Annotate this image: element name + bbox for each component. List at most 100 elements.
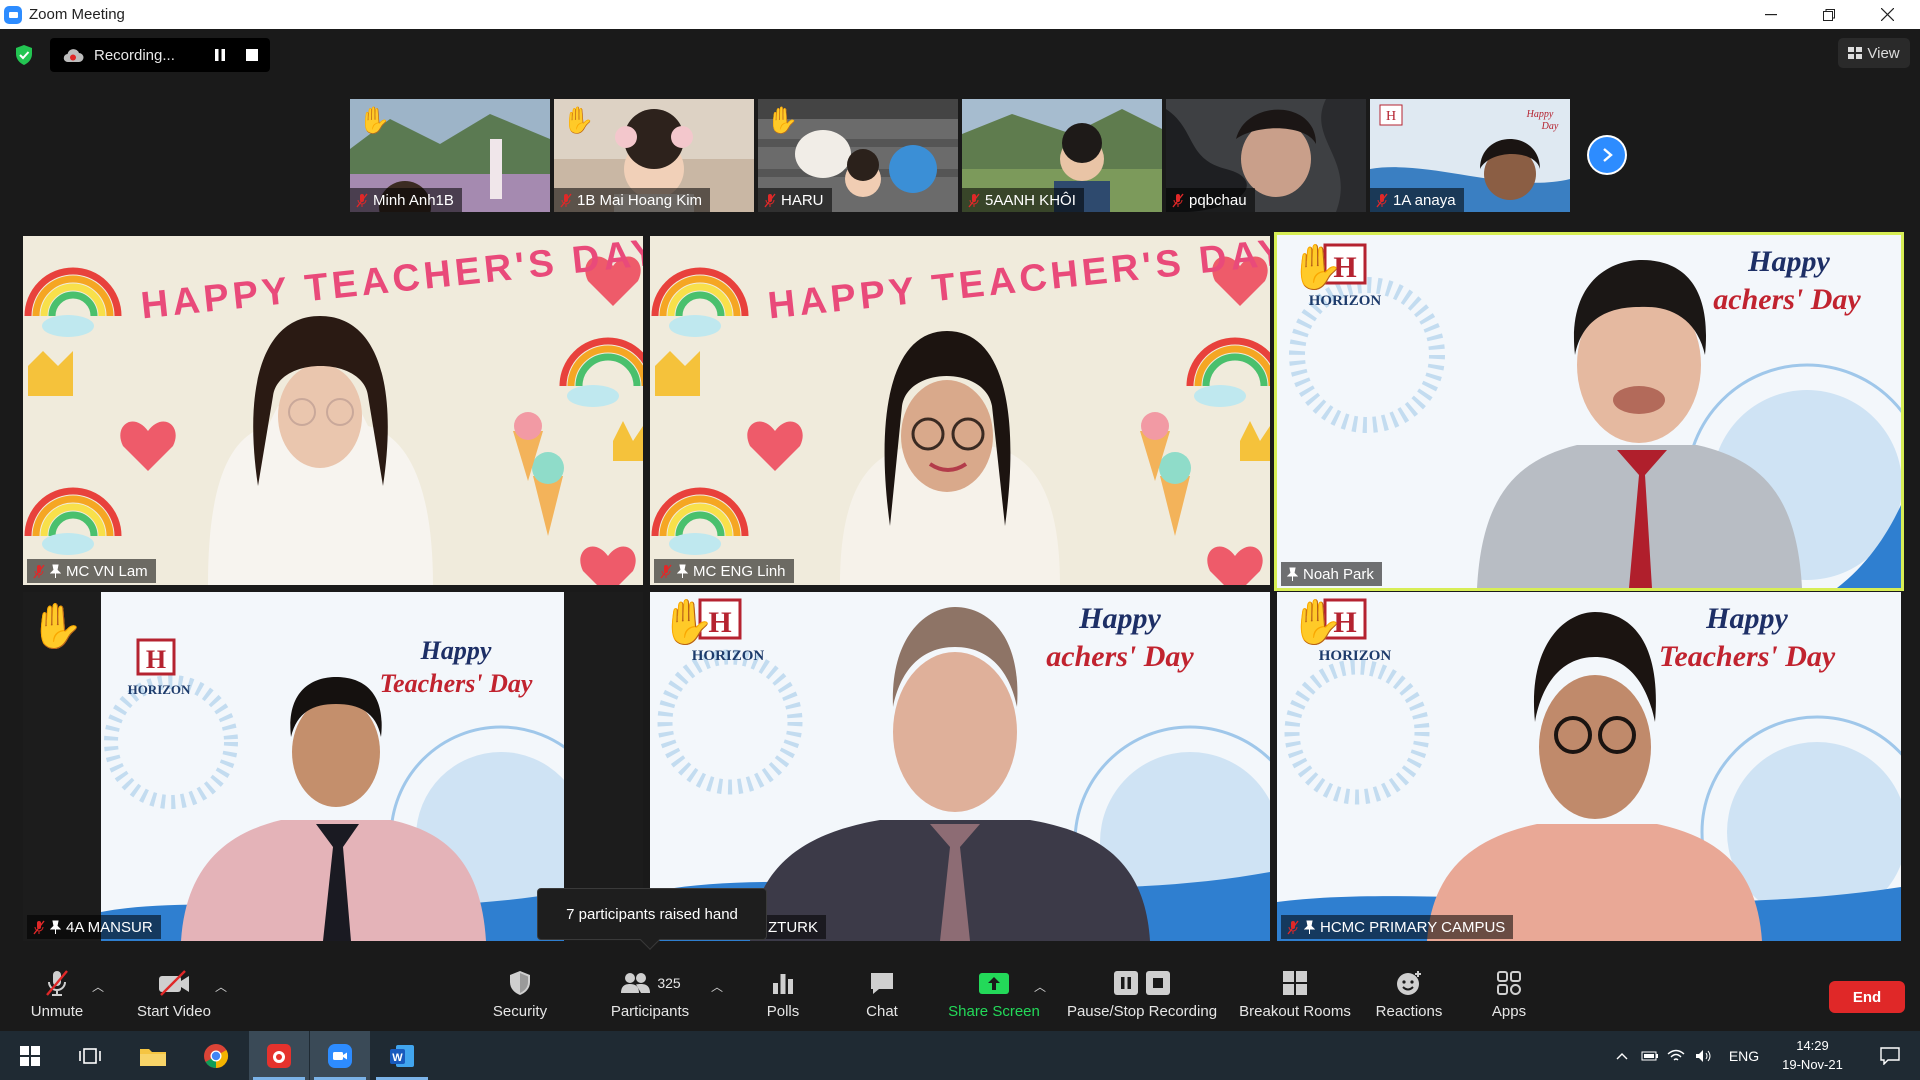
photo-app-button[interactable] [249,1031,309,1080]
share-options-caret[interactable]: ︿ [1034,978,1046,995]
clock-date: 19-Nov-21 [1782,1057,1843,1072]
close-button[interactable] [1858,0,1916,29]
close-icon [1880,8,1894,21]
breakout-rooms-label: Breakout Rooms [1239,1003,1351,1020]
word-app-icon: W [390,1044,414,1067]
mic-muted-icon [764,193,776,207]
task-view-button[interactable] [60,1031,120,1080]
mic-muted-icon [660,564,672,578]
apps-button[interactable]: Apps [1485,956,1533,1031]
volume-indicator[interactable] [1692,1031,1716,1080]
share-screen-button[interactable]: Share Screen [945,956,1043,1031]
mic-muted-icon [1172,193,1184,207]
participant-name: 1B Mai Hoang Kim [577,191,703,209]
grid-view-icon [1848,47,1863,59]
participant-name: 5AANH KHÔI [985,191,1076,209]
audio-options-caret[interactable]: ︿ [92,978,104,995]
pin-icon [1287,567,1298,581]
pin-icon [677,564,688,578]
encryption-shield-icon[interactable] [14,44,34,66]
stop-icon [1146,971,1170,995]
video-tile[interactable]: HAPPY TEACHER'S DAY MC VN Lam [23,236,643,585]
title-bar: Zoom Meeting [0,0,1920,29]
zoom-taskbar-button[interactable] [310,1031,370,1080]
pause-recording-button[interactable] [213,49,227,61]
view-button[interactable]: View [1838,38,1910,68]
view-label: View [1867,44,1900,62]
recording-label: Recording... [94,46,175,64]
clock-time: 14:29 [1796,1038,1829,1053]
unmute-button[interactable]: Unmute [22,956,92,1031]
video-tile[interactable]: H HORIZON Happy Teachers' Day ✋ HCMC PRI… [1277,592,1901,941]
participant-name: Noah Park [1303,565,1374,583]
file-explorer-button[interactable] [123,1031,183,1080]
windows-taskbar: W ENG 14:29 19-Nov-21 [0,1031,1920,1080]
taskbar-clock[interactable]: 14:29 19-Nov-21 [1770,1036,1855,1074]
start-video-button[interactable]: Start Video [132,956,216,1031]
word-taskbar-button[interactable]: W [372,1031,432,1080]
participant-name-tag: HCMC PRIMARY CAMPUS [1281,915,1514,939]
zoom-app-icon [328,1043,352,1068]
svg-text:W: W [392,1052,403,1064]
school-logo-text: HORIZON [692,648,765,664]
banner-day-text: Teachers' Day [380,669,533,698]
banner-happy-text: Happy [420,636,492,665]
polls-button[interactable]: Polls [757,956,809,1031]
breakout-rooms-icon [1283,971,1307,995]
share-screen-icon [979,973,1009,994]
battery-icon [1641,1051,1658,1060]
thumbnail-video[interactable]: H Happy Day 1A anaya [1370,99,1570,212]
raised-hand-icon: ✋ [660,598,715,647]
chat-button[interactable]: Chat [857,956,907,1031]
thumbnail-video[interactable]: ✋ Minh Anh1B [350,99,550,212]
video-tile-active-speaker[interactable]: H HORIZON Happy achers' Day ✋ Noah Park [1277,235,1901,588]
participant-name: MC ENG Linh [693,562,786,580]
participant-name-tag: Noah Park [1281,562,1382,586]
reactions-icon [1397,971,1421,995]
network-indicator[interactable] [1664,1031,1688,1080]
banner-day-text: achers' Day [1713,283,1861,316]
security-button[interactable]: Security [487,956,553,1031]
notifications-button[interactable] [1866,1031,1914,1080]
participant-name-tag: HARU [758,188,832,212]
banner-happy-text: Happy [1747,245,1830,278]
restore-icon [1823,8,1835,21]
show-hidden-icons-button[interactable] [1610,1031,1634,1080]
participant-video: HAPPY TEACHER'S DAY [650,236,1270,585]
reactions-button[interactable]: Reactions [1370,956,1448,1031]
participant-video: HAPPY TEACHER'S DAY [23,236,643,585]
participants-options-caret[interactable]: ︿ [711,978,723,995]
participants-button[interactable]: 325 Participants [606,956,694,1031]
school-logo-text: HORIZON [1309,293,1382,309]
stop-recording-button[interactable] [246,49,258,61]
mic-muted-icon [560,193,572,207]
pause-stop-recording-button[interactable]: Pause/Stop Recording [1064,956,1220,1031]
end-meeting-button[interactable]: End [1829,981,1905,1013]
thumbnail-video[interactable]: pqbchau [1166,99,1366,212]
pin-icon [50,564,61,578]
battery-indicator[interactable] [1638,1031,1662,1080]
svg-text:Happy: Happy [1526,109,1554,120]
next-button-circle [1589,137,1625,173]
thumbnail-video[interactable]: ✋ 1B Mai Hoang Kim [554,99,754,212]
participant-name-tag: Minh Anh1B [350,188,462,212]
restore-button[interactable] [1800,0,1858,29]
video-tile[interactable]: HAPPY TEACHER'S DAY MC ENG Linh [650,236,1270,585]
zoom-window: Zoom Meeting Recording... View ✋ Minh An… [0,0,1920,1080]
breakout-rooms-button[interactable]: Breakout Rooms [1235,956,1355,1031]
next-page-button[interactable] [1587,135,1627,175]
minimize-button[interactable] [1742,0,1800,29]
thumbnail-video[interactable]: ✋ HARU [758,99,958,212]
participants-label: Participants [610,1003,690,1020]
participant-name-tag: pqbchau [1166,188,1255,212]
mic-muted-icon [1376,193,1388,207]
participants-count: 325 [657,975,681,991]
thumbnail-video[interactable]: 5AANH KHÔI [962,99,1162,212]
participant-name: MC VN Lam [66,562,148,580]
input-language-indicator[interactable]: ENG [1722,1031,1766,1080]
video-options-caret[interactable]: ︿ [215,978,227,995]
recording-bar: Recording... [50,38,270,72]
banner-day-text: Teachers' Day [1659,640,1836,673]
chrome-button[interactable] [186,1031,246,1080]
start-button[interactable] [0,1031,60,1080]
